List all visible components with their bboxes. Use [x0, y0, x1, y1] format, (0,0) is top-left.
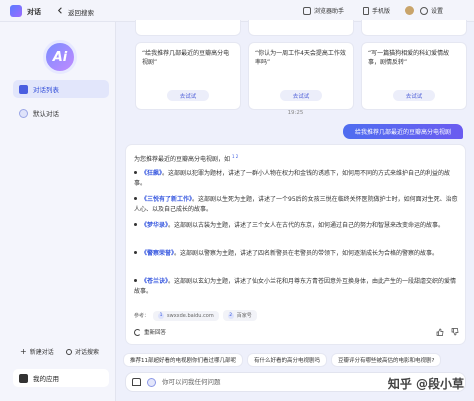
sidebar: Ai 对话列表 默认对话 + 新建对话 对话搜索 我的应用 [0, 22, 116, 401]
ref-number: 2 [227, 312, 234, 319]
bullet-icon [134, 223, 137, 226]
suggestion-text: “写一篇猫狗相爱的科幻爱情故事，剧情反转” [368, 50, 450, 66]
new-chat-button[interactable]: + 新建对话 [20, 347, 54, 356]
suggestion-card-prev [361, 20, 467, 36]
browser-icon [303, 6, 311, 15]
item-title[interactable]: 《苍兰诀》 [141, 278, 168, 285]
list-item: 《苍兰诀》。这部剧以玄幻为主题，讲述了仙女小兰花和月尊东方青苍因意外互换身体，由… [134, 277, 459, 297]
list-item: 《狂飙》。这部剧以犯罪为题材，讲述了一群小人物在权力和金钱的诱惑下，如何用不同的… [134, 169, 459, 189]
try-button[interactable]: 去试试 [280, 90, 322, 101]
chat-search-button[interactable]: 对话搜索 [66, 347, 99, 356]
followup-suggestions: 推荐11部超好看的电视剧你们看过哪几部呢 有什么好看的高分电视剧吗 豆瓣评分有哪… [123, 353, 442, 367]
reference-chip[interactable]: 2 百家号 [222, 310, 257, 321]
suggestion-card[interactable]: “你认为一周工作4天会提高工作效率吗” 去试试 [248, 42, 354, 110]
chat-search-label: 对话搜索 [75, 349, 100, 356]
user-message: 给我推荐几部最近的豆瓣高分电视剧 [343, 124, 463, 139]
back-to-search-link[interactable]: 返回搜索 [68, 7, 94, 17]
suggestion-card-prev [135, 20, 241, 36]
chat-main: “给我推荐几部最近的豆瓣高分电视剧” 去试试 “你认为一周工作4天会提高工作效率… [117, 20, 474, 401]
plugin-icon[interactable] [147, 377, 156, 387]
bullet-icon [134, 251, 137, 254]
ref-label: 百家号 [236, 313, 252, 319]
item-text: 。这部剧以古装为主题，讲述了三个女人在古代的东京，如何通过自己的努力和智慧来改变… [168, 222, 445, 229]
mobile-version-label: 手机版 [372, 8, 391, 15]
bullet-icon [134, 279, 137, 282]
references: 参考： 1 swxxde.baidu.com 2 百家号 [134, 310, 257, 321]
refresh-icon [134, 328, 141, 336]
bullet-icon [134, 171, 137, 174]
suggestion-card[interactable]: “写一篇猫狗相爱的科幻爱情故事，剧情反转” 去试试 [361, 42, 467, 110]
item-title[interactable]: 《狂飙》 [141, 170, 162, 177]
app-title: 对话 [27, 8, 41, 16]
plus-icon: + [20, 347, 27, 356]
gear-icon [420, 6, 428, 15]
app-logo-icon [10, 5, 22, 17]
item-text: 。这部剧以玄幻为主题，讲述了仙女小兰花和月尊东方青苍因意外互换身体，由此产生的一… [134, 278, 457, 295]
my-apps-button[interactable]: 我的应用 [13, 369, 109, 387]
search-icon [66, 348, 72, 355]
regenerate-button[interactable]: 重新回答 [134, 328, 166, 336]
answer-intro: 为您推荐最近的豆瓣高分电视剧，如 1 2 [134, 154, 238, 163]
chat-list-icon [19, 84, 28, 94]
try-button[interactable]: 去试试 [167, 90, 209, 101]
sidebar-item-label: 对话列表 [33, 86, 59, 94]
answer-footer: 重新回答 [134, 326, 459, 338]
try-button[interactable]: 去试试 [393, 90, 435, 101]
followup-chip[interactable]: 有什么好看的高分电视剧吗 [247, 353, 328, 367]
top-bar: 对话 返回搜索 浏览器助手 手机版 设置 [0, 0, 474, 22]
list-item: 《梦华录》。这部剧以古装为主题，讲述了三个女人在古代的东京，如何通过自己的努力和… [134, 221, 459, 231]
avatar-icon [405, 6, 414, 15]
item-title[interactable]: 《梦华录》 [141, 222, 168, 229]
suggestion-card-prev [248, 20, 354, 36]
sidebar-item-conversation-list[interactable]: 对话列表 [13, 80, 109, 98]
phone-icon [363, 6, 369, 15]
bullet-icon [134, 197, 137, 200]
item-title[interactable]: 《警察荣誉》 [141, 250, 174, 257]
item-title[interactable]: 《三悦有了新工作》 [141, 196, 192, 203]
suggestion-card[interactable]: “给我推荐几部最近的豆瓣高分电视剧” 去试试 [135, 42, 241, 110]
list-item: 《三悦有了新工作》。这部剧以生死为主题，讲述了一个95后的女孩三悦在临终关怀医院… [134, 195, 459, 215]
back-arrow-icon[interactable] [56, 6, 65, 15]
browser-helper-label: 浏览器助手 [314, 8, 345, 15]
ai-logo: Ai [43, 40, 77, 74]
reference-chip[interactable]: 1 swxxde.baidu.com [153, 310, 219, 321]
home-icon[interactable] [132, 378, 141, 386]
feedback-buttons [436, 328, 459, 336]
apps-icon [19, 373, 28, 383]
thumbs-up-icon[interactable] [436, 328, 444, 336]
sidebar-bottom: + 新建对话 对话搜索 我的应用 [0, 341, 116, 401]
suggestion-text: “你认为一周工作4天会提高工作效率吗” [255, 50, 346, 66]
references-label: 参考： [134, 313, 150, 319]
regenerate-label: 重新回答 [144, 330, 167, 336]
avatar[interactable] [405, 6, 414, 15]
new-chat-label: 新建对话 [29, 349, 54, 356]
citation-refs[interactable]: 1 2 [232, 154, 238, 159]
chat-input[interactable] [162, 378, 342, 386]
sidebar-item-label: 默认对话 [33, 110, 59, 118]
thumbs-down-icon[interactable] [451, 328, 459, 336]
ai-logo-text: Ai [52, 49, 68, 65]
item-text: 。这部剧以警察为主题，讲述了四名新警员在老警员的带领下，如何逐渐成长为合格的警察… [174, 250, 439, 257]
list-item: 《警察荣誉》。这部剧以警察为主题，讲述了四名新警员在老警员的带领下，如何逐渐成长… [134, 249, 459, 259]
settings-button[interactable]: 设置 [420, 6, 443, 15]
ref-label: swxxde.baidu.com [167, 312, 214, 319]
followup-chip[interactable]: 豆瓣评分有哪些被高估的电影和电视剧? [331, 353, 442, 367]
answer-intro-text: 为您推荐最近的豆瓣高分电视剧，如 [134, 156, 231, 163]
assistant-answer: 为您推荐最近的豆瓣高分电视剧，如 1 2 《狂飙》。这部剧以犯罪为题材，讲述了一… [125, 144, 466, 345]
message-timestamp: 19:25 [287, 110, 304, 116]
mobile-version-button[interactable]: 手机版 [363, 6, 390, 15]
bot-icon [19, 108, 28, 118]
suggestion-text: “给我推荐几部最近的豆瓣高分电视剧” [142, 50, 230, 66]
sidebar-item-default-chat[interactable]: 默认对话 [13, 104, 109, 122]
ref-number: 1 [158, 312, 165, 319]
item-text: 。这部剧以犯罪为题材，讲述了一群小人物在权力和金钱的诱惑下，如何用不同的方式来维… [134, 170, 451, 187]
browser-helper-button[interactable]: 浏览器助手 [303, 6, 344, 15]
my-apps-label: 我的应用 [33, 375, 59, 383]
watermark: 知乎 @段小草 [387, 377, 464, 391]
settings-label: 设置 [431, 8, 444, 15]
followup-chip[interactable]: 推荐11部超好看的电视剧你们看过哪几部呢 [123, 353, 243, 367]
